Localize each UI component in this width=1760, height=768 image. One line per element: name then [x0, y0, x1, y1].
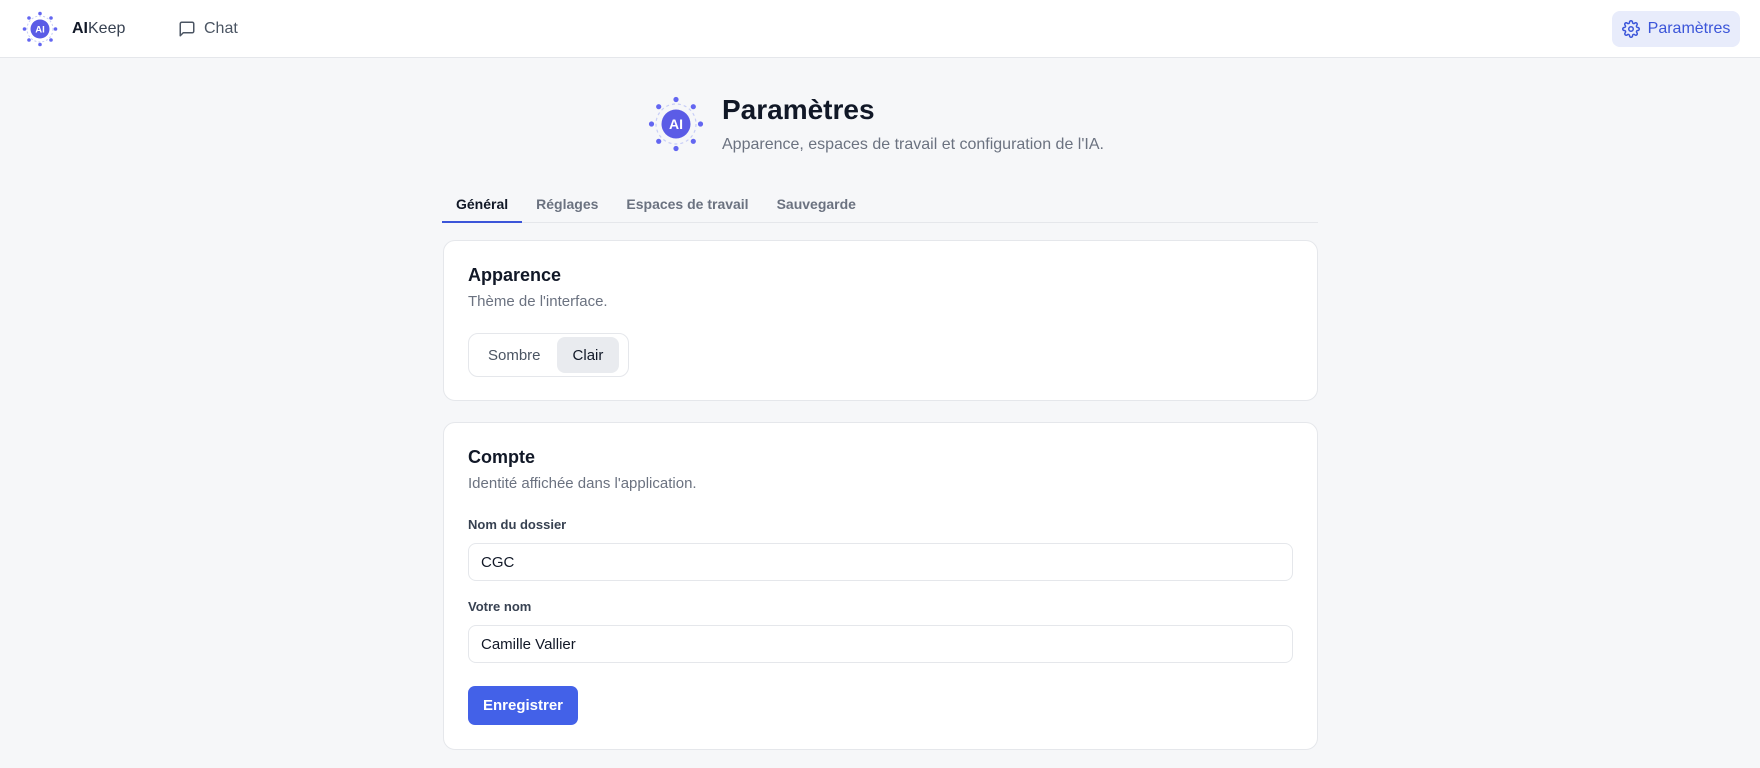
- appearance-description: Thème de l'interface.: [468, 293, 608, 310]
- logo-text: AI: [35, 25, 45, 36]
- settings-tabs: Général Réglages Espaces de travail Sauv…: [442, 190, 1318, 223]
- account-card: Compte Identité affichée dans l'applicat…: [443, 422, 1318, 750]
- chat-bubble-icon: [179, 21, 195, 37]
- top-bar: AI AIKeep Chat Paramètres: [0, 0, 1760, 58]
- nav-settings-label: Paramètres: [1647, 20, 1731, 37]
- your-name-label: Votre nom: [468, 599, 532, 614]
- brand-name-rest: Keep: [88, 20, 126, 37]
- folder-name-label: Nom du dossier: [468, 517, 567, 532]
- tab-general[interactable]: Général: [442, 190, 523, 223]
- theme-option-clair[interactable]: Clair: [556, 337, 620, 373]
- gear-icon: [1621, 20, 1640, 38]
- folder-name-input[interactable]: [468, 543, 1293, 581]
- tab-sauvegarde[interactable]: Sauvegarde: [763, 190, 870, 223]
- nav-chat-label: Chat: [204, 20, 238, 37]
- tab-espaces-de-travail[interactable]: Espaces de travail: [612, 190, 762, 223]
- brand-name-bold: AI: [72, 20, 88, 37]
- your-name-input[interactable]: [468, 625, 1293, 663]
- theme-option-sombre[interactable]: Sombre: [472, 337, 557, 373]
- nav-chat-link[interactable]: Chat: [178, 16, 238, 42]
- brand-name: AIKeep: [72, 20, 125, 38]
- logo-text: AI: [669, 116, 683, 132]
- ai-logo-icon: AI: [22, 11, 58, 47]
- nav-settings-button[interactable]: Paramètres: [1612, 11, 1740, 47]
- page-subtitle: Apparence, espaces de travail et configu…: [722, 136, 1104, 153]
- theme-toggle: Sombre Clair: [468, 333, 629, 377]
- account-description: Identité affichée dans l'application.: [468, 475, 697, 492]
- appearance-card: Apparence Thème de l'interface. Sombre C…: [443, 240, 1318, 401]
- brand[interactable]: AI AIKeep: [22, 10, 125, 48]
- page-title: Paramètres: [722, 94, 875, 125]
- account-title: Compte: [468, 447, 535, 467]
- ai-logo-icon: AI: [648, 96, 704, 152]
- appearance-title: Apparence: [468, 265, 562, 285]
- save-button[interactable]: Enregistrer: [468, 686, 578, 725]
- page-header: AI Paramètres Apparence, espaces de trav…: [648, 94, 1104, 154]
- tab-reglages[interactable]: Réglages: [522, 190, 612, 223]
